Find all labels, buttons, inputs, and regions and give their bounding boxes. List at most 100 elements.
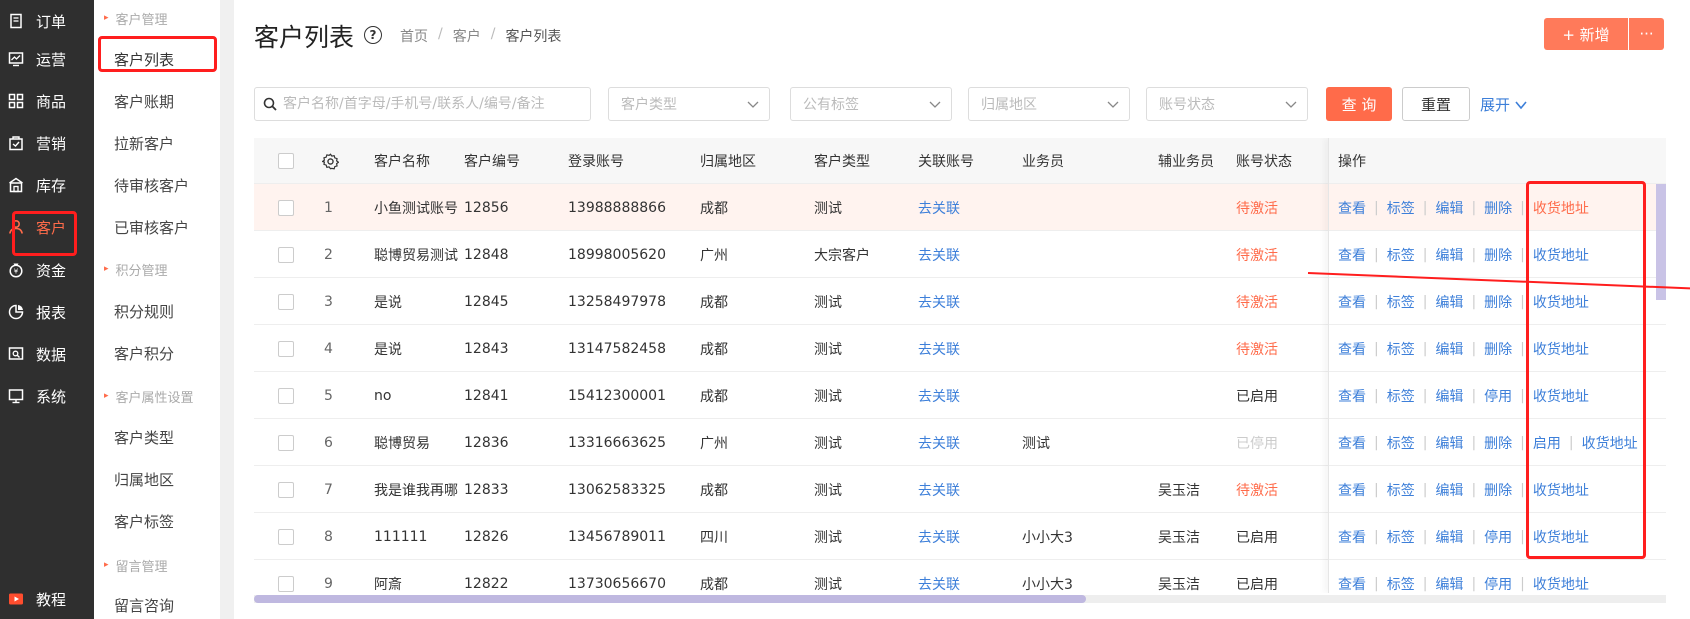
customer-type: 测试 [814, 341, 842, 358]
customer-name: no [374, 387, 392, 404]
link-account-link[interactable]: 去关联 [918, 184, 960, 231]
row-checkbox[interactable] [278, 325, 294, 372]
assistant-salesman: 吴玉洁 [1158, 529, 1200, 546]
expand-toggle[interactable]: 展开 [1480, 94, 1528, 115]
customer-name: 阿斎 [374, 576, 402, 593]
select-all-checkbox[interactable] [278, 138, 294, 184]
customer-code: 12822 [464, 575, 509, 592]
link-account-link[interactable]: 去关联 [918, 372, 960, 419]
nav-item-label: 系统 [36, 387, 67, 406]
search-input[interactable] [283, 96, 583, 112]
row-checkbox[interactable] [278, 560, 294, 593]
row-checkbox[interactable] [278, 466, 294, 513]
region: 成都 [700, 576, 728, 593]
nav-item-data[interactable]: 数据 [0, 333, 94, 375]
nav-subitem[interactable]: 客户账期 [94, 82, 220, 120]
warehouse-icon [8, 177, 24, 193]
triangle-icon: ▸ [104, 560, 109, 570]
link-account-link[interactable]: 去关联 [918, 325, 960, 372]
customer-icon [8, 219, 24, 235]
nav-subitem[interactable]: 留言咨询 [94, 586, 220, 619]
nav-subitem[interactable]: 客户积分 [94, 334, 220, 372]
search-box[interactable] [254, 87, 591, 121]
report-icon [8, 304, 24, 320]
account-status-select[interactable]: 账号状态 [1146, 87, 1308, 121]
col-linked-account: 关联账号 [918, 154, 974, 170]
nav-subitem[interactable]: 积分规则 [94, 292, 220, 330]
login-account: 13988888866 [568, 199, 666, 216]
breadcrumb-customer[interactable]: 客户 [453, 26, 481, 46]
nav-item-report[interactable]: 报表 [0, 291, 94, 333]
nav-item-tutorial[interactable]: 教程 [0, 578, 94, 619]
login-account: 18998005620 [568, 246, 666, 263]
row-checkbox[interactable] [278, 419, 294, 466]
login-account: 13730656670 [568, 575, 666, 592]
column-settings-icon[interactable] [322, 138, 339, 184]
row-checkbox[interactable] [278, 513, 294, 560]
nav-item-marketing[interactable]: 营销 [0, 122, 94, 164]
query-button[interactable]: 查 询 [1326, 87, 1392, 121]
nav-subitem[interactable]: 客户类型 [94, 418, 220, 456]
nav-group-label: 客户管理 [115, 12, 168, 28]
region-select[interactable]: 归属地区 [968, 87, 1130, 121]
col-name: 客户名称 [374, 154, 430, 170]
system-icon [8, 388, 24, 404]
row-checkbox[interactable] [278, 184, 294, 231]
nav-item-label: 教程 [36, 590, 67, 609]
region: 广州 [700, 247, 728, 264]
link-account-link[interactable]: 去关联 [918, 513, 960, 560]
nav-item-label: 订单 [36, 12, 67, 31]
customer-type-select[interactable]: 客户类型 [608, 87, 770, 121]
row-checkbox[interactable] [278, 231, 294, 278]
link-account-link[interactable]: 去关联 [918, 231, 960, 278]
region: 成都 [700, 294, 728, 311]
login-account: 15412300001 [568, 387, 666, 404]
main-content: 客户列表 ? 首页 / 客户 / 客户列表 + 新增 ··· 客户类型 公有标签 [234, 0, 1690, 619]
nav-item-operation[interactable]: 运营 [0, 38, 94, 80]
public-tag-select[interactable]: 公有标签 [790, 87, 952, 121]
operations-column-shadow [1328, 138, 1666, 593]
link-account-link[interactable]: 去关联 [918, 419, 960, 466]
select-placeholder: 归属地区 [981, 97, 1037, 113]
nav-subitem[interactable]: 客户标签 [94, 502, 220, 540]
link-account-link[interactable]: 去关联 [918, 466, 960, 513]
horizontal-scrollbar[interactable] [254, 595, 1666, 603]
nav-item-money[interactable]: ¥ 资金 [0, 249, 94, 291]
nav-item-label: 客户 [36, 218, 67, 237]
breadcrumb-home[interactable]: 首页 [400, 26, 428, 46]
customer-code: 12856 [464, 199, 509, 216]
nav-subitem[interactable]: 已审核客户 [94, 208, 220, 246]
customer-name: 是说 [374, 341, 402, 358]
link-account-link[interactable]: 去关联 [918, 560, 960, 593]
row-index: 2 [324, 246, 333, 263]
customer-type: 测试 [814, 435, 842, 452]
row-checkbox[interactable] [278, 372, 294, 419]
customer-code: 12833 [464, 481, 509, 498]
nav-item-order[interactable]: 订单 [0, 0, 94, 42]
add-button[interactable]: + 新增 [1544, 18, 1628, 50]
breadcrumb-current: 客户列表 [505, 29, 562, 45]
row-checkbox[interactable] [278, 278, 294, 325]
nav-item-product[interactable]: 商品 [0, 80, 94, 122]
page-title: 客户列表 [254, 23, 355, 52]
nav-item-customer[interactable]: 客户 [0, 206, 94, 248]
reset-button[interactable]: 重置 [1402, 87, 1470, 121]
status-badge: 已停用 [1236, 435, 1278, 452]
nav-subitem[interactable]: 待审核客户 [94, 166, 220, 204]
nav-subitem[interactable]: 归属地区 [94, 460, 220, 498]
status-badge: 已启用 [1236, 576, 1278, 593]
vertical-scrollbar[interactable] [1656, 184, 1666, 300]
nav-subitem[interactable]: 拉新客户 [94, 124, 220, 162]
chevron-down-icon [929, 101, 941, 108]
nav-item-system[interactable]: 系统 [0, 375, 94, 417]
help-icon[interactable]: ? [364, 26, 382, 44]
customer-type: 测试 [814, 576, 842, 593]
customer-type: 测试 [814, 529, 842, 546]
col-code: 客户编号 [464, 154, 520, 170]
scroll-thumb[interactable] [254, 595, 1086, 603]
customer-code: 12826 [464, 528, 509, 545]
nav-subitem-active[interactable]: 客户列表 [94, 40, 220, 78]
nav-item-warehouse[interactable]: 库存 [0, 164, 94, 206]
more-button[interactable]: ··· [1629, 18, 1664, 50]
link-account-link[interactable]: 去关联 [918, 278, 960, 325]
